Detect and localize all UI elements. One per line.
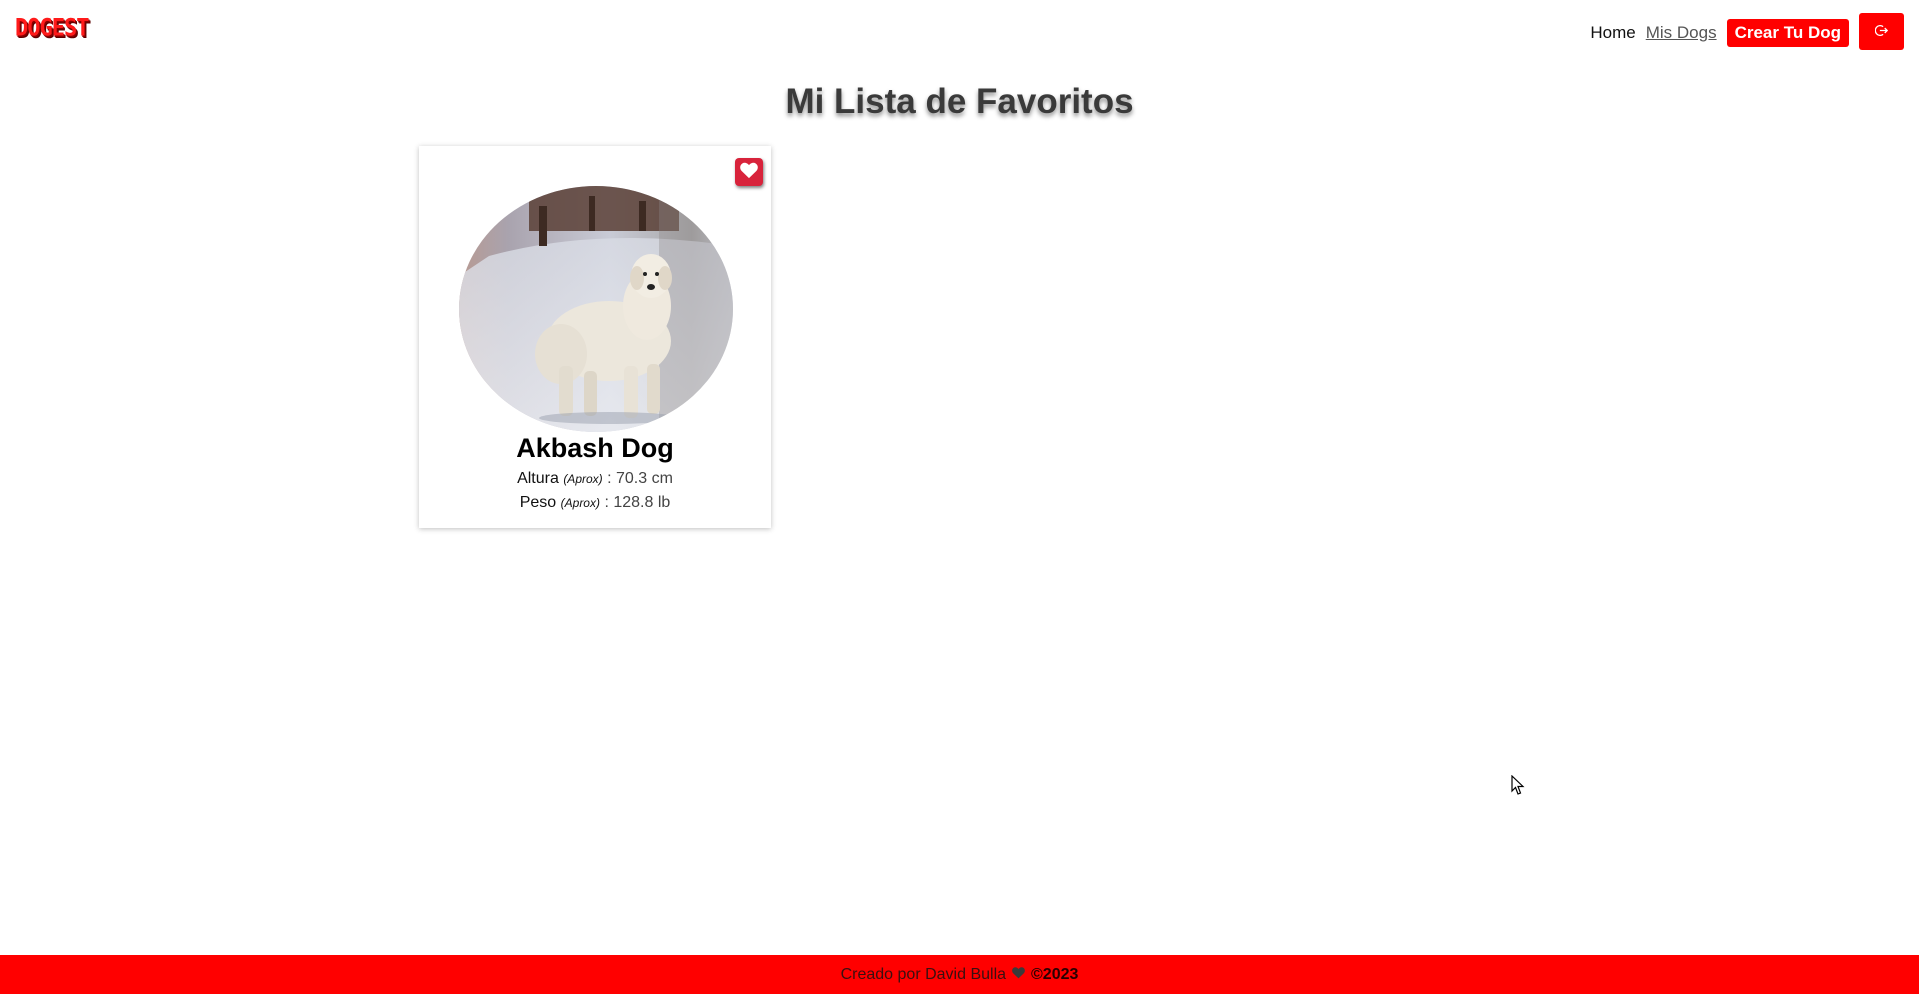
header: DOGEST Home Mis Dogs Crear Tu Dog bbox=[0, 0, 1919, 64]
dog-card[interactable]: Akbash Dog Altura (Aprox) : 70.3 cm Peso… bbox=[419, 146, 771, 528]
altura-stat: Altura (Aprox) : 70.3 cm bbox=[419, 470, 771, 488]
page-title: Mi Lista de Favoritos bbox=[785, 82, 1134, 121]
peso-value: : 128.8 lb bbox=[604, 494, 671, 511]
nav-home-link[interactable]: Home bbox=[1590, 23, 1635, 43]
nav-mis-dogs-link[interactable]: Mis Dogs bbox=[1646, 23, 1717, 43]
peso-stat: Peso (Aprox) : 128.8 lb bbox=[419, 494, 771, 512]
logout-button[interactable] bbox=[1859, 13, 1904, 50]
dog-name: Akbash Dog bbox=[516, 433, 674, 463]
heart-icon bbox=[739, 161, 759, 184]
logout-icon bbox=[1874, 24, 1889, 40]
logo[interactable]: DOGEST bbox=[15, 15, 89, 43]
page: DOGEST Home Mis Dogs Crear Tu Dog Mi Lis… bbox=[0, 0, 1919, 994]
crear-tu-dog-button[interactable]: Crear Tu Dog bbox=[1726, 18, 1849, 47]
favorite-toggle-button[interactable] bbox=[735, 158, 763, 186]
footer-credit: Creado por David Bulla bbox=[840, 965, 1007, 983]
footer: Creado por David Bulla ©2023 bbox=[0, 955, 1919, 994]
peso-label: Peso bbox=[519, 494, 557, 511]
altura-value: : 70.3 cm bbox=[607, 470, 673, 487]
mouse-cursor-icon bbox=[1511, 774, 1525, 801]
footer-copyright: ©2023 bbox=[1031, 965, 1079, 983]
dog-photo bbox=[459, 186, 733, 432]
peso-aprox: (Aprox) bbox=[560, 496, 600, 510]
altura-aprox: (Aprox) bbox=[563, 472, 603, 486]
main-nav: Home Mis Dogs Crear Tu Dog bbox=[1590, 13, 1904, 51]
altura-label: Altura bbox=[517, 470, 559, 487]
footer-heart-icon bbox=[1011, 966, 1026, 984]
